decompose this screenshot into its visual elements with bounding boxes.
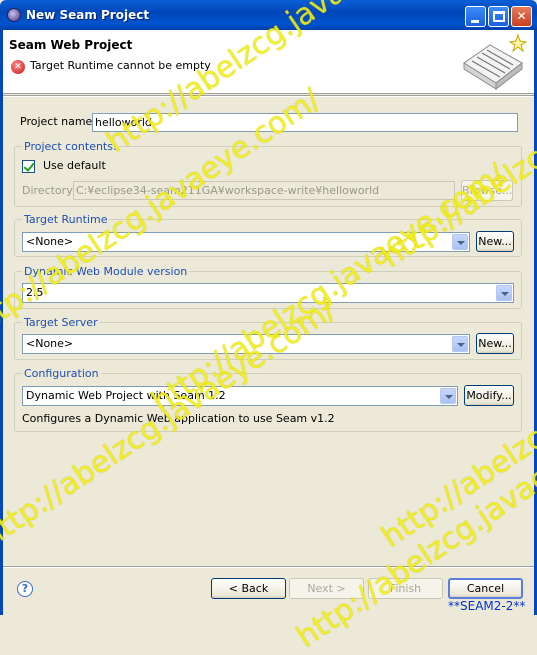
configuration-description: Configures a Dynamic Web application to … (22, 412, 335, 425)
new-server-button[interactable]: New... (476, 333, 514, 354)
browse-button[interactable]: Browse... (461, 180, 513, 201)
chevron-down-icon[interactable] (452, 336, 468, 352)
target-runtime-title: Target Runtime (22, 213, 110, 226)
chevron-down-icon[interactable] (452, 234, 468, 250)
project-name-label: Project name: (20, 115, 97, 128)
cancel-button[interactable]: Cancel (448, 578, 523, 599)
chevron-down-icon[interactable] (496, 285, 512, 301)
window-title: New Seam Project (26, 8, 150, 22)
chevron-down-icon[interactable] (440, 388, 456, 404)
use-default-label: Use default (43, 159, 106, 172)
footer-separator (3, 566, 534, 568)
project-contents-title: Project contents: (22, 140, 119, 153)
title-bar[interactable]: New Seam Project ✕ (0, 0, 537, 30)
configuration-select[interactable]: Dynamic Web Project with Seam 1.2 (22, 386, 458, 406)
target-server-title: Target Server (22, 316, 100, 329)
configuration-title: Configuration (22, 367, 101, 380)
project-name-input[interactable]: helloworld (92, 113, 518, 132)
window-border-left (0, 30, 3, 615)
next-button[interactable]: Next > (289, 578, 364, 599)
eclipse-icon (7, 8, 21, 22)
directory-input[interactable]: C:¥eclipse34-seam211GA¥workspace-write¥h… (73, 181, 455, 200)
minimize-icon (471, 20, 479, 23)
minimize-button[interactable] (465, 6, 486, 27)
error-message: Target Runtime cannot be empty (30, 59, 211, 72)
new-runtime-button[interactable]: New... (476, 231, 514, 252)
dynamic-web-module-select[interactable]: 2.5 (22, 283, 514, 303)
target-runtime-select[interactable]: <None> (22, 232, 470, 252)
maximize-icon (493, 11, 505, 22)
page-title: Seam Web Project (9, 38, 133, 52)
target-server-select[interactable]: <None> (22, 334, 470, 354)
use-default-checkbox[interactable] (22, 160, 35, 173)
configuration-value: Dynamic Web Project with Seam 1.2 (26, 389, 226, 402)
dynamic-web-module-title: Dynamic Web Module version (22, 265, 190, 278)
directory-label: Directory: (22, 184, 76, 197)
wizard-header: Seam Web Project ✕ Target Runtime cannot… (3, 30, 534, 94)
figure-caption: **SEAM2-2** (448, 599, 526, 613)
wizard-banner-icon (463, 33, 528, 91)
close-button[interactable]: ✕ (511, 6, 532, 27)
dynamic-web-module-value: 2.5 (26, 286, 44, 299)
close-icon: ✕ (516, 9, 527, 23)
header-separator (3, 95, 534, 97)
target-server-value: <None> (26, 337, 74, 350)
back-button[interactable]: < Back (211, 578, 286, 599)
modify-button[interactable]: Modify... (464, 385, 514, 406)
finish-button[interactable]: Finish (368, 578, 443, 599)
target-runtime-value: <None> (26, 235, 74, 248)
help-icon[interactable]: ? (17, 581, 33, 597)
error-icon: ✕ (11, 60, 25, 74)
maximize-button[interactable] (488, 6, 509, 27)
